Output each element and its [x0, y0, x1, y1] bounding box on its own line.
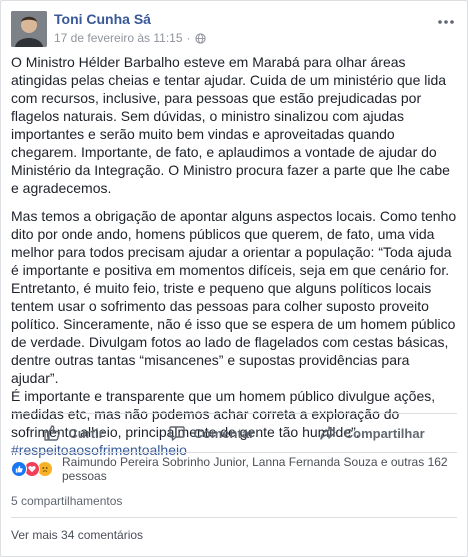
comment-icon	[169, 426, 186, 441]
author-name[interactable]: Toni Cunha Sá	[54, 11, 151, 27]
globe-icon[interactable]	[194, 32, 206, 44]
share-arrow-icon	[320, 426, 336, 440]
post-meta: 17 de fevereiro às 11:15 ·	[54, 31, 206, 45]
reactions-summary[interactable]: Raimundo Pereira Sobrinho Junior, Lanna …	[11, 455, 457, 483]
post-actions-bar: Curtir Comentar Compartilhar	[11, 413, 457, 453]
more-icon[interactable]	[437, 9, 455, 30]
reactors-text[interactable]: Raimundo Pereira Sobrinho Junior, Lanna …	[62, 455, 457, 483]
author-avatar[interactable]	[11, 11, 47, 47]
like-button-label: Curtir	[68, 425, 104, 441]
post-card: Toni Cunha Sá 17 de fevereiro às 11:15 ·…	[0, 0, 468, 557]
divider	[11, 517, 457, 518]
post-paragraph: O Ministro Hélder Barbalho esteve em Mar…	[11, 54, 450, 196]
comment-button-label: Comentar	[193, 425, 255, 441]
meta-separator: ·	[186, 31, 191, 45]
post-body: O Ministro Hélder Barbalho esteve em Mar…	[11, 53, 457, 459]
like-reaction-icon	[11, 461, 27, 477]
post-header: Toni Cunha Sá 17 de fevereiro às 11:15 ·	[11, 9, 457, 49]
post-timestamp[interactable]: 17 de fevereiro às 11:15	[54, 31, 183, 45]
share-button[interactable]: Compartilhar	[305, 420, 439, 446]
reaction-icons	[11, 461, 53, 477]
thumbs-up-icon	[44, 425, 61, 441]
comment-button[interactable]: Comentar	[154, 420, 268, 446]
avatar-image	[11, 11, 47, 47]
share-button-label: Compartilhar	[343, 425, 425, 441]
like-button[interactable]: Curtir	[29, 420, 117, 446]
view-more-comments-link[interactable]: Ver mais 34 comentários	[11, 528, 143, 542]
shares-count[interactable]: 5 compartilhamentos	[11, 494, 122, 508]
post-paragraph: Mas temos a obrigação de apontar alguns …	[11, 208, 457, 386]
